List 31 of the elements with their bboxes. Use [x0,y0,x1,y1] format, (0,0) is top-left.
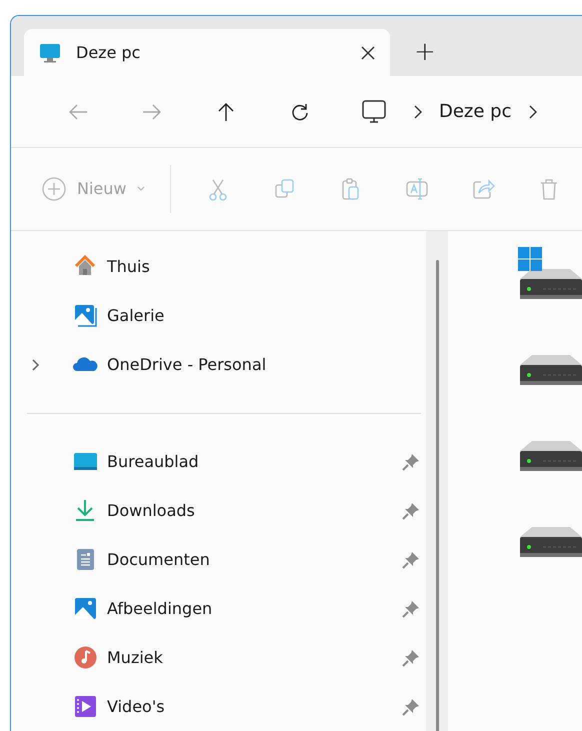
sidebar-item[interactable]: OneDrive - Personal [11,340,426,389]
sidebar-item[interactable]: Muziek [11,633,426,682]
scrollbar-thumb[interactable] [436,260,438,731]
caret-icon [136,185,146,193]
pin-icon[interactable] [402,648,420,666]
breadcrumb-item[interactable]: Deze pc [425,98,526,125]
sidebar-item[interactable]: Downloads [11,486,426,535]
pin-icon[interactable] [402,600,420,618]
sidebar-item[interactable]: Bureaublad [11,437,426,486]
sidebar-item[interactable]: Galerie [11,291,426,340]
video-icon [73,694,98,719]
sidebar-item[interactable]: Documenten [11,535,426,584]
pin-icon[interactable] [402,502,420,520]
scrollbar-track[interactable] [426,231,448,731]
share-icon[interactable] [470,177,495,201]
gallery-icon [73,303,98,328]
rename-icon[interactable] [404,177,429,201]
chevron-icon[interactable] [31,358,41,372]
sidebar-item[interactable]: Video's [11,682,426,731]
close-icon[interactable] [360,44,376,60]
computer-icon[interactable] [361,98,387,124]
sidebar-item[interactable]: Thuis [11,242,426,291]
pin-icon[interactable] [402,550,420,568]
plus-circle-icon [41,176,67,202]
pin-icon[interactable] [402,698,420,716]
pin-icon[interactable] [402,452,420,470]
sidebar-item[interactable]: Afbeeldingen [11,584,426,633]
music-note-icon [73,645,98,670]
picture-icon [73,596,98,621]
tab[interactable]: Deze pc [24,29,390,76]
new-tab-button[interactable]: + [408,39,442,65]
